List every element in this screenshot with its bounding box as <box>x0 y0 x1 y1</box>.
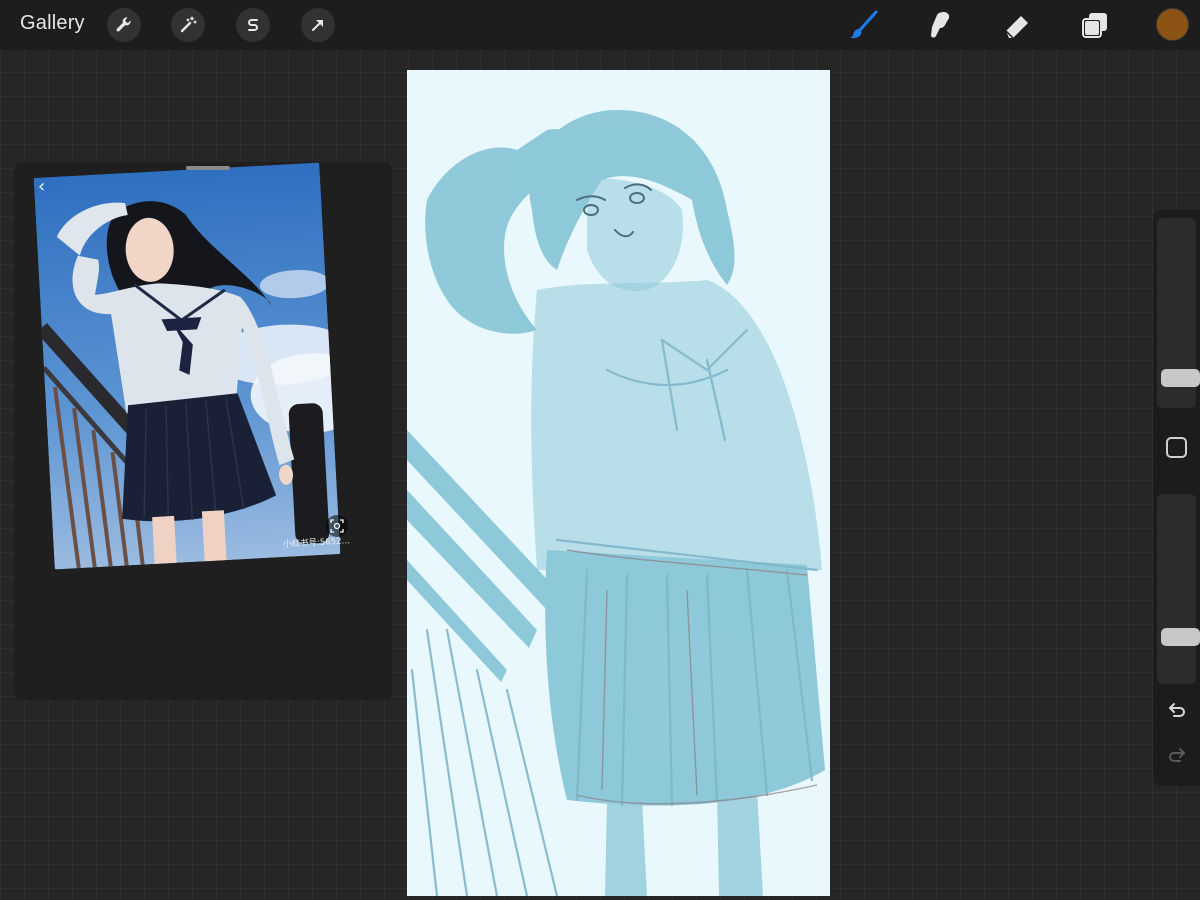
eraser-icon[interactable] <box>999 7 1035 43</box>
lens-scan-icon[interactable] <box>326 515 348 537</box>
layers-icon[interactable] <box>1077 7 1113 43</box>
sketch-artwork <box>407 110 825 896</box>
redo-icon[interactable] <box>1165 744 1189 768</box>
opacity-slider[interactable] <box>1157 494 1200 684</box>
reference-photo <box>33 162 341 570</box>
drawing-canvas[interactable] <box>407 70 830 896</box>
top-toolbar: Gallery <box>0 0 1200 50</box>
magic-wand-icon[interactable] <box>171 8 205 42</box>
brush-icon[interactable] <box>845 7 881 43</box>
brush-size-thumb[interactable] <box>1161 369 1200 387</box>
undo-icon[interactable] <box>1165 699 1189 723</box>
transform-arrow-icon[interactable] <box>301 8 335 42</box>
reference-drag-handle[interactable] <box>186 166 230 170</box>
brush-size-slider[interactable] <box>1157 218 1200 408</box>
opacity-thumb[interactable] <box>1161 628 1200 646</box>
smudge-icon[interactable] <box>921 7 957 43</box>
selection-s-icon[interactable] <box>236 8 270 42</box>
modify-button[interactable] <box>1166 437 1187 458</box>
wrench-icon[interactable] <box>107 8 141 42</box>
color-picker-button[interactable] <box>1156 8 1189 41</box>
gallery-button[interactable]: Gallery <box>20 12 85 35</box>
reference-back-button[interactable]: ‹ <box>38 176 45 197</box>
side-toolbar <box>1153 210 1200 786</box>
